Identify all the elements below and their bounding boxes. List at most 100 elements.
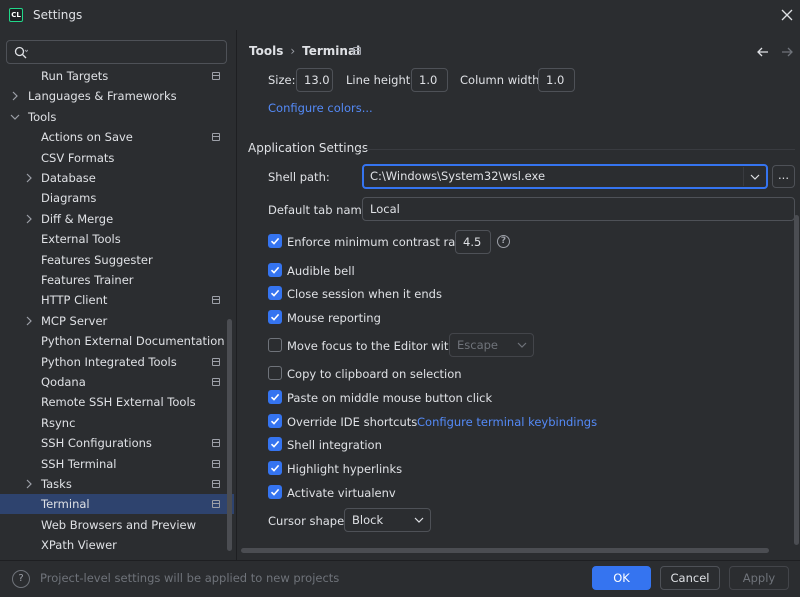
project-scope-icon	[212, 378, 220, 386]
sidebar-item-python-external-documentation[interactable]: Python External Documentation	[0, 331, 234, 351]
sidebar-item-ssh-terminal[interactable]: SSH Terminal	[0, 454, 234, 474]
sidebar-item-ssh-configurations[interactable]: SSH Configurations	[0, 433, 234, 453]
search-box[interactable]	[6, 40, 227, 64]
chevron-right-icon[interactable]	[10, 91, 20, 101]
project-scope-icon	[212, 133, 220, 142]
chevron-right-icon[interactable]	[24, 214, 34, 224]
project-scope-icon	[212, 72, 220, 80]
close-session-checkbox[interactable]	[268, 286, 282, 300]
content-vertical-scrollbar[interactable]	[794, 215, 799, 545]
column-width-input[interactable]: 1.0	[538, 68, 575, 92]
checkmark-icon	[270, 237, 280, 245]
sidebar-item-xpath-viewer[interactable]: XPath Viewer	[0, 535, 234, 555]
cancel-button[interactable]: Cancel	[660, 566, 720, 590]
sidebar-item-label: Tasks	[41, 477, 72, 491]
sidebar-item-run-targets[interactable]: Run Targets	[0, 66, 234, 86]
breadcrumb-terminal: Terminal	[302, 44, 361, 58]
sidebar-item-tasks[interactable]: Tasks	[0, 474, 234, 494]
activate-virtualenv-checkbox[interactable]	[268, 485, 282, 499]
sidebar-item-languages-frameworks[interactable]: Languages & Frameworks	[0, 86, 234, 106]
section-divider	[358, 149, 795, 150]
chevron-right-icon[interactable]	[24, 316, 34, 326]
default-tab-input[interactable]: Local	[362, 197, 795, 221]
sidebar-scrollbar[interactable]	[227, 319, 232, 551]
breadcrumb-tools[interactable]: Tools	[249, 44, 283, 58]
highlight-hyperlinks-checkbox[interactable]	[268, 461, 282, 475]
size-input[interactable]: 13.0	[296, 68, 333, 92]
sidebar-item-label: Remote SSH External Tools	[41, 395, 196, 410]
shell-path-label: Shell path:	[268, 170, 330, 184]
sidebar-item-label: SSH Configurations	[41, 436, 152, 451]
project-scope-icon	[212, 296, 220, 305]
sidebar-item-label: Actions on Save	[41, 130, 133, 145]
close-icon[interactable]	[779, 7, 795, 23]
sidebar-item-web-browsers-and-preview[interactable]: Web Browsers and Preview	[0, 515, 234, 535]
checkmark-icon	[270, 393, 280, 401]
chevron-right-icon[interactable]	[24, 479, 34, 489]
sidebar-item-python-integrated-tools[interactable]: Python Integrated Tools	[0, 352, 234, 372]
sidebar-item-label: Diff & Merge	[41, 211, 114, 226]
sidebar-item-label: Python External Documentation	[41, 334, 225, 349]
sidebar-item-database[interactable]: Database	[0, 168, 234, 188]
project-scope-icon	[212, 500, 220, 509]
audible-bell-checkbox[interactable]	[268, 263, 282, 277]
contrast-checkbox[interactable]	[268, 234, 282, 248]
configure-keybindings-link[interactable]: Configure terminal keybindings	[417, 415, 597, 429]
sidebar-item-label: Features Trainer	[41, 273, 134, 287]
sidebar-item-remote-ssh-external-tools[interactable]: Remote SSH External Tools	[0, 392, 234, 412]
contrast-input[interactable]: 4.5	[455, 230, 491, 254]
back-arrow-icon[interactable]	[756, 45, 770, 59]
sidebar-item-http-client[interactable]: HTTP Client	[0, 290, 234, 310]
sidebar-item-tools[interactable]: Tools	[0, 107, 234, 127]
chevron-right-icon[interactable]	[24, 173, 34, 183]
sidebar-item-external-tools[interactable]: External Tools	[0, 229, 234, 249]
line-height-input[interactable]: 1.0	[411, 68, 448, 92]
sidebar-item-actions-on-save[interactable]: Actions on Save	[0, 127, 234, 147]
mouse-reporting-checkbox[interactable]	[268, 310, 282, 324]
sidebar-item-label: Database	[41, 171, 96, 185]
sidebar-item-rsync[interactable]: Rsync	[0, 413, 234, 433]
sidebar-item-label: Tools	[28, 109, 57, 124]
sidebar-item-label: Languages & Frameworks	[28, 89, 177, 104]
forward-arrow-icon[interactable]	[780, 45, 794, 59]
mouse-reporting-label: Mouse reporting	[287, 311, 381, 325]
content-horizontal-scrollbar[interactable]	[241, 548, 769, 553]
help-icon[interactable]: ?	[497, 235, 510, 248]
project-level-note: Project-level settings will be applied t…	[40, 571, 340, 585]
configure-colors-link[interactable]: Configure colors...	[268, 101, 373, 115]
contrast-label: Enforce minimum contrast ratio:	[287, 235, 474, 249]
sidebar-item-label: Python Integrated Tools	[41, 354, 177, 369]
sidebar-item-mcp-server[interactable]: MCP Server	[0, 311, 234, 331]
checkmark-icon	[270, 289, 280, 297]
chevron-down-icon[interactable]	[10, 112, 20, 122]
breadcrumb-separator: ›	[290, 44, 296, 58]
sidebar-item-diff-merge[interactable]: Diff & Merge	[0, 209, 234, 229]
shell-integration-checkbox[interactable]	[268, 437, 282, 451]
dialog-footer: ? Project-level settings will be applied…	[0, 560, 800, 597]
sidebar-item-qodana[interactable]: Qodana	[0, 372, 234, 392]
close-session-label: Close session when it ends	[287, 287, 442, 301]
paste-middle-checkbox[interactable]	[268, 390, 282, 404]
project-scope-icon	[212, 357, 220, 366]
sidebar-item-label: Web Browsers and Preview	[41, 517, 197, 532]
search-input[interactable]	[33, 44, 218, 60]
override-shortcuts-checkbox[interactable]	[268, 414, 282, 428]
move-focus-checkbox[interactable]	[268, 338, 282, 352]
sidebar-item-features-trainer[interactable]: Features Trainer	[0, 270, 234, 290]
help-button[interactable]: ?	[12, 570, 30, 588]
shell-path-combo[interactable]: C:\Windows\System32\wsl.exe	[362, 164, 768, 189]
browse-button[interactable]: ...	[772, 165, 795, 188]
sidebar-item-terminal[interactable]: Terminal	[0, 494, 234, 515]
apply-button[interactable]: Apply	[729, 566, 789, 590]
sidebar-item-label: Qodana	[41, 375, 86, 389]
ok-button[interactable]: OK	[592, 566, 651, 590]
sidebar-item-features-suggester[interactable]: Features Suggester	[0, 250, 234, 270]
paste-middle-label: Paste on middle mouse button click	[287, 391, 493, 405]
copy-clipboard-checkbox[interactable]	[268, 366, 282, 380]
sidebar-item-diagrams[interactable]: Diagrams	[0, 188, 234, 208]
sidebar-item-label: Diagrams	[41, 191, 97, 206]
sidebar-item-label: SSH Terminal	[41, 456, 117, 471]
sidebar-item-csv-formats[interactable]: CSV Formats	[0, 148, 234, 168]
chevron-down-icon[interactable]	[750, 172, 760, 182]
checkmark-icon	[270, 266, 280, 274]
